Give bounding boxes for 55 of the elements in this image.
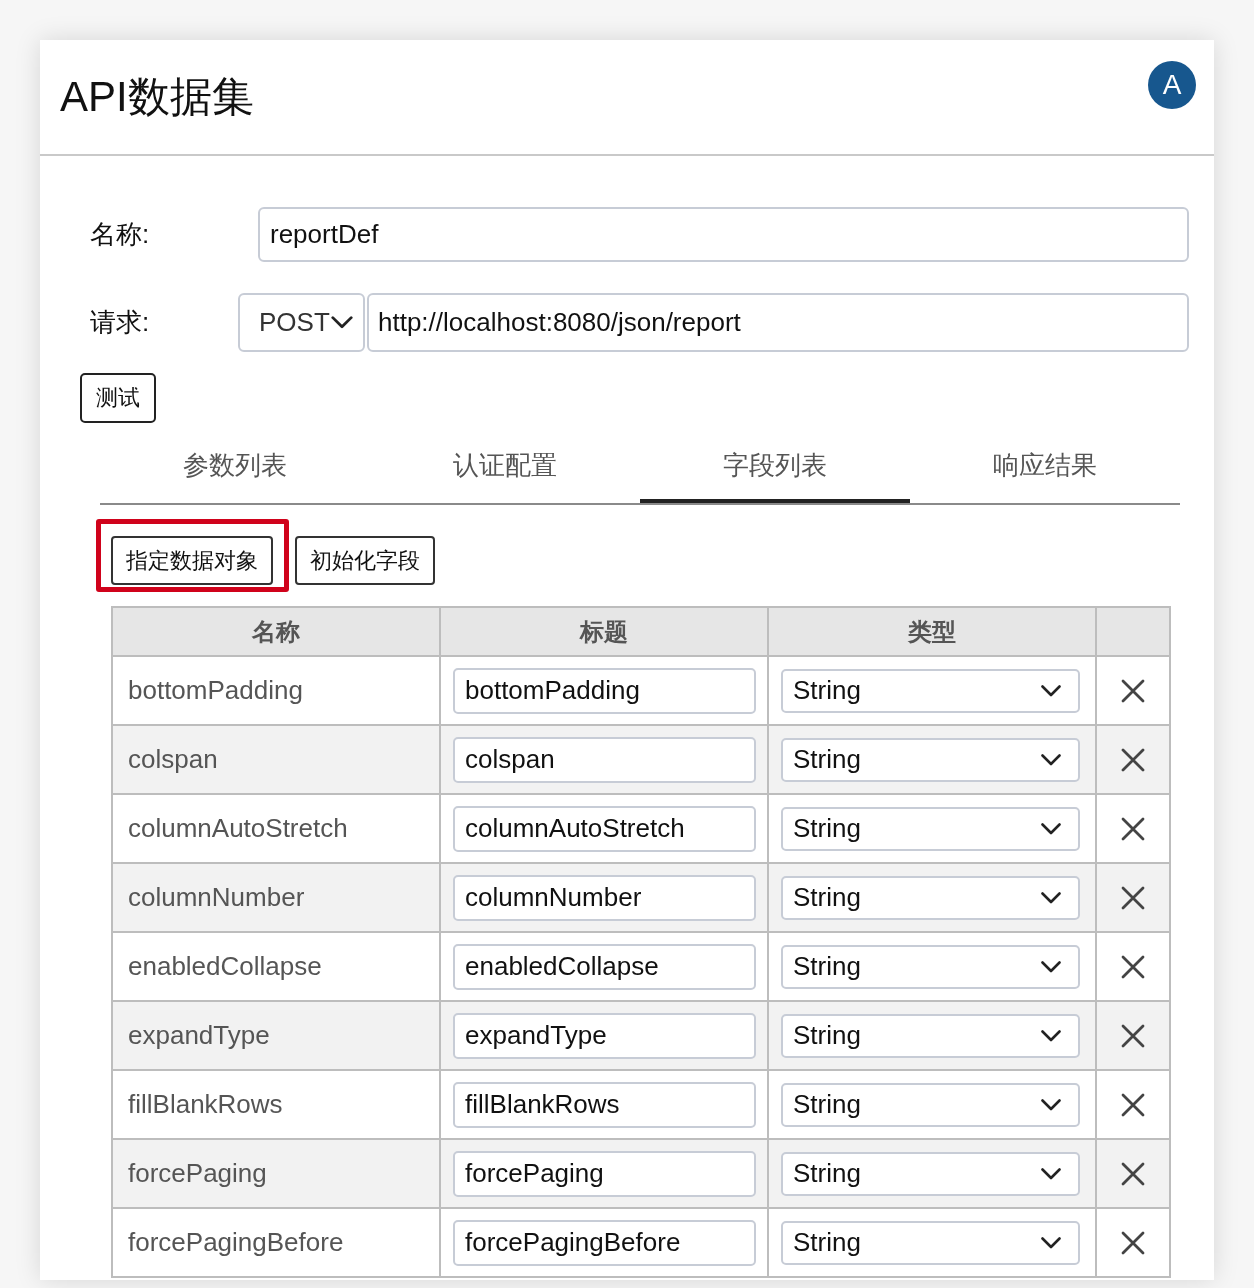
type-select[interactable]: String — [781, 668, 1080, 713]
close-icon[interactable] — [1121, 1023, 1145, 1048]
action-button[interactable]: 指定数据对象 — [111, 536, 273, 585]
chevron-down-icon — [330, 316, 353, 329]
name-cell: forcePagingBefore — [112, 1208, 440, 1277]
type-select[interactable]: String — [781, 1013, 1080, 1058]
chevron-down-icon — [1041, 684, 1061, 697]
column-header: 名称 — [112, 607, 440, 656]
close-icon[interactable] — [1121, 1092, 1145, 1117]
title-input[interactable]: colspan — [453, 736, 756, 783]
title-input[interactable]: forcePaging — [453, 1150, 756, 1197]
tab[interactable]: 参数列表 — [100, 430, 370, 503]
type-select[interactable]: String — [781, 806, 1080, 851]
tab[interactable]: 认证配置 — [370, 430, 640, 503]
chevron-down-icon — [1041, 1098, 1061, 1111]
title-input[interactable]: forcePagingBefore — [453, 1219, 756, 1266]
title-input[interactable]: enabledCollapse — [453, 943, 756, 990]
close-icon[interactable] — [1121, 1161, 1145, 1186]
avatar[interactable]: A — [1148, 61, 1196, 109]
type-select[interactable]: String — [781, 737, 1080, 782]
chevron-down-icon — [1041, 822, 1061, 835]
close-icon[interactable] — [1121, 885, 1145, 910]
window-title: API数据集 — [60, 72, 254, 122]
close-icon[interactable] — [1121, 1230, 1145, 1255]
column-header: 标题 — [440, 607, 768, 656]
tab[interactable]: 响应结果 — [910, 430, 1180, 503]
close-icon[interactable] — [1121, 747, 1145, 772]
column-header: 类型 — [768, 607, 1096, 656]
title-input[interactable]: columnAutoStretch — [453, 805, 756, 852]
chevron-down-icon — [1041, 1236, 1061, 1249]
chevron-down-icon — [1041, 1167, 1061, 1180]
url-input[interactable]: http://localhost:8080/json/report — [367, 293, 1189, 352]
type-select[interactable]: String — [781, 1151, 1080, 1196]
method-select[interactable]: POST — [238, 293, 365, 352]
field-label: 请求: — [89, 306, 151, 339]
field-label: 名称: — [89, 218, 151, 251]
type-select[interactable]: String — [781, 1220, 1080, 1265]
chevron-down-icon — [1041, 960, 1061, 973]
close-icon[interactable] — [1121, 678, 1145, 703]
type-select[interactable]: String — [781, 1082, 1080, 1127]
tab[interactable]: 字段列表 — [640, 430, 910, 503]
test-button[interactable]: 测试 — [80, 373, 156, 423]
type-select[interactable]: String — [781, 875, 1080, 920]
title-input[interactable]: bottomPadding — [453, 667, 756, 714]
close-icon[interactable] — [1121, 816, 1145, 841]
chevron-down-icon — [1041, 753, 1061, 766]
action-button[interactable]: 初始化字段 — [295, 536, 435, 585]
chevron-down-icon — [1041, 891, 1061, 904]
name-input[interactable]: reportDef — [258, 207, 1189, 262]
chevron-down-icon — [1041, 1029, 1061, 1042]
type-select[interactable]: String — [781, 944, 1080, 989]
title-input[interactable]: expandType — [453, 1012, 756, 1059]
title-input[interactable]: columnNumber — [453, 874, 756, 921]
title-input[interactable]: fillBlankRows — [453, 1081, 756, 1128]
close-icon[interactable] — [1121, 954, 1145, 979]
